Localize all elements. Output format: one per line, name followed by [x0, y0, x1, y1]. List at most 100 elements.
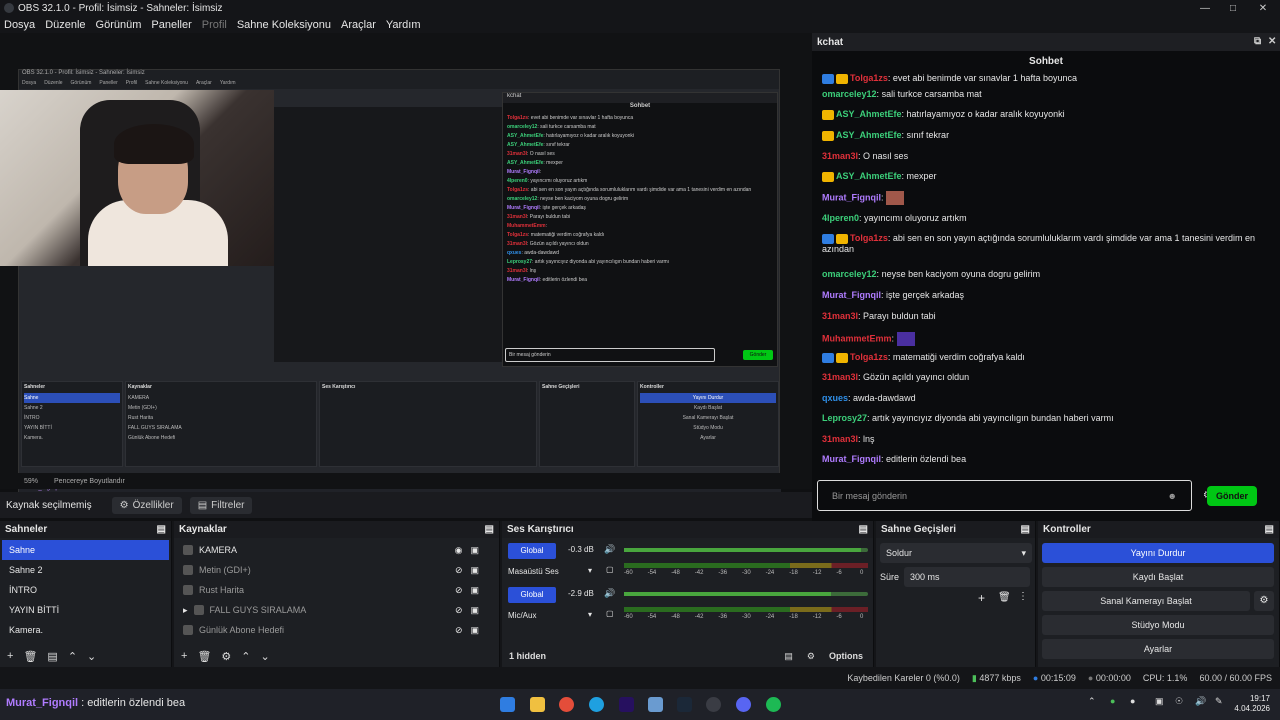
send-button[interactable]: Gönder	[1207, 486, 1257, 506]
menu-tools[interactable]: Araçlar	[341, 19, 376, 31]
chat-username[interactable]: 31man3l	[822, 311, 858, 321]
undock-icon[interactable]: ⧉	[1254, 36, 1261, 47]
dock-menu-icon[interactable]: ▤	[157, 524, 166, 535]
chat-username[interactable]: 31man3l	[822, 372, 858, 382]
mute-icon[interactable]: ▢	[606, 609, 614, 618]
virtual-camera-settings-icon[interactable]: ⚙	[1254, 591, 1274, 611]
clock[interactable]: 19:17 4.04.2026	[1234, 694, 1270, 714]
stop-stream-button[interactable]: Yayını Durdur	[1042, 543, 1274, 563]
eye-hidden-icon[interactable]: ⊘	[455, 620, 463, 640]
lock-icon[interactable]: ▣	[470, 620, 479, 640]
chat-username[interactable]: ASY_AhmetEfe	[836, 130, 902, 140]
close-dock-icon[interactable]: ✕	[1268, 36, 1276, 47]
channel-menu-icon[interactable]: ▾	[588, 610, 592, 619]
layout-icon[interactable]: ▤	[784, 651, 793, 662]
source-item[interactable]: ▸ FALL GUYS SIRALAMA ⊘ ▣	[176, 600, 497, 620]
chat-username[interactable]: Tolga1zs	[850, 73, 888, 83]
chat-username[interactable]: Leprosy27	[822, 413, 867, 423]
menu-docks[interactable]: Paneller	[151, 19, 191, 31]
scene-item[interactable]: İNTRO	[2, 580, 169, 600]
volume-icon[interactable]: 🔊	[604, 588, 615, 599]
scene-item[interactable]: Sahne	[2, 540, 169, 560]
chat-username[interactable]: MuhammetEmm	[822, 333, 892, 343]
remove-source-icon[interactable]: 🗑	[197, 650, 211, 663]
edge-icon[interactable]	[589, 697, 604, 712]
volume-slider[interactable]	[624, 592, 868, 596]
chrome-icon[interactable]	[559, 697, 574, 712]
chat-username[interactable]: qxues	[822, 393, 848, 403]
chat-messages[interactable]: Tolga1zs: evet abi benimde var sınavlar …	[812, 73, 1274, 473]
hidden-count[interactable]: 1 hidden	[509, 651, 546, 661]
lock-icon[interactable]: ▣	[470, 540, 479, 560]
premiere-icon[interactable]	[619, 697, 634, 712]
volume-icon[interactable]: 🔊	[604, 544, 615, 555]
start-recording-button[interactable]: Kaydı Başlat	[1042, 567, 1274, 587]
source-properties-icon[interactable]: ⚙	[221, 650, 231, 663]
add-source-icon[interactable]: +	[181, 650, 187, 662]
add-transition-icon[interactable]: +	[978, 591, 985, 605]
chat-username[interactable]: ASY_AhmetEfe	[836, 109, 902, 119]
lock-icon[interactable]: ▣	[470, 560, 479, 580]
options-button[interactable]: Options	[829, 651, 863, 662]
dock-menu-icon[interactable]: ▤	[1021, 524, 1030, 535]
chat-input[interactable]: Bir mesaj gönderin ☻	[817, 480, 1192, 511]
chat-username[interactable]: Murat_Fignqil	[822, 192, 881, 202]
chat-username[interactable]: 31man3l	[822, 434, 858, 444]
resize-to-window[interactable]: Pencereye Boyutlandır	[54, 478, 125, 485]
eye-hidden-icon[interactable]: ⊘	[455, 560, 463, 580]
eye-hidden-icon[interactable]: ⊘	[455, 580, 463, 600]
transition-menu-icon[interactable]: ⋮	[1018, 591, 1028, 602]
scene-item[interactable]: YAYIN BİTTİ	[2, 600, 169, 620]
lock-icon[interactable]: ▣	[470, 580, 479, 600]
advanced-audio-icon[interactable]: ⚙	[807, 651, 815, 662]
language-icon[interactable]: ✎	[1215, 696, 1223, 707]
chat-username[interactable]: omarceley12	[822, 269, 877, 279]
expand-chevron-icon[interactable]: ▸	[183, 600, 188, 620]
network-icon[interactable]: ▣	[1155, 696, 1164, 707]
chat-username[interactable]: Tolga1zs	[850, 352, 888, 362]
source-item[interactable]: Metin (GDI+) ⊘ ▣	[176, 560, 497, 580]
emote-picker-icon[interactable]: ☻	[1168, 491, 1177, 501]
filters-button[interactable]: ▤ Filtreler	[189, 496, 253, 514]
menu-profile[interactable]: Profil	[202, 19, 227, 31]
start-virtual-camera-button[interactable]: Sanal Kamerayı Başlat	[1042, 591, 1250, 611]
add-scene-icon[interactable]: +	[7, 650, 13, 662]
eye-hidden-icon[interactable]: ⊘	[455, 600, 463, 620]
maximize-button[interactable]: □	[1218, 0, 1248, 16]
move-up-icon[interactable]: ⌃	[241, 650, 250, 663]
spotify-icon[interactable]	[766, 697, 781, 712]
chat-username[interactable]: Tolga1zs	[850, 233, 888, 243]
menu-view[interactable]: Görünüm	[96, 19, 142, 31]
mute-icon[interactable]: ▢	[606, 565, 614, 574]
scene-item[interactable]: Sahne 2	[2, 560, 169, 580]
chat-username[interactable]: 31man3l	[822, 151, 858, 161]
menu-edit[interactable]: Düzenle	[45, 19, 85, 31]
volume-slider[interactable]	[624, 548, 868, 552]
chat-username[interactable]: omarceley12	[822, 89, 877, 99]
properties-button[interactable]: ⚙ Özellikler	[111, 496, 182, 514]
lock-icon[interactable]: ▣	[470, 600, 479, 620]
steam-icon[interactable]	[677, 697, 692, 712]
source-item[interactable]: Günlük Abone Hedefi ⊘ ▣	[176, 620, 497, 640]
tray-app-icon[interactable]: ●	[1130, 696, 1135, 706]
file-explorer-icon[interactable]	[530, 697, 545, 712]
scene-item[interactable]: Kamera.	[2, 620, 169, 640]
remove-transition-icon[interactable]: 🗑	[998, 592, 1011, 603]
move-up-icon[interactable]: ⌃	[68, 650, 77, 663]
close-button[interactable]: ✕	[1248, 0, 1278, 16]
minimize-button[interactable]: —	[1190, 0, 1220, 16]
menu-scene-collection[interactable]: Sahne Koleksiyonu	[237, 19, 331, 31]
mic-icon[interactable]: ☉	[1175, 696, 1183, 707]
menu-help[interactable]: Yardım	[386, 19, 421, 31]
move-down-icon[interactable]: ⌄	[261, 650, 270, 663]
menu-file[interactable]: Dosya	[4, 19, 35, 31]
chat-username[interactable]: Murat_Fignqil	[822, 290, 881, 300]
source-item[interactable]: KAMERA ◉ ▣	[176, 540, 497, 560]
studio-mode-button[interactable]: Stüdyo Modu	[1042, 615, 1274, 635]
transition-select[interactable]: Soldur ▾	[880, 543, 1032, 563]
settings-button[interactable]: Ayarlar	[1042, 639, 1274, 659]
move-down-icon[interactable]: ⌄	[87, 650, 96, 663]
chat-username[interactable]: 4lperen0	[822, 213, 859, 223]
channel-menu-icon[interactable]: ▾	[588, 566, 592, 575]
dock-menu-icon[interactable]: ▤	[485, 524, 494, 535]
